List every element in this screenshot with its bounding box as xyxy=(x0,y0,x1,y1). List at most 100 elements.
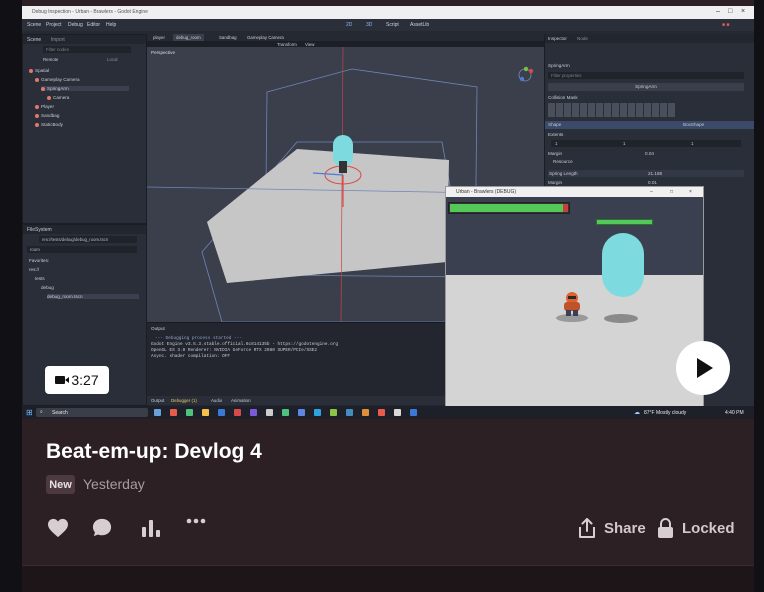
margin2-value: 0.01 xyxy=(648,180,657,185)
video-thumbnail[interactable]: Debug Inspection - Urban - Brawlers - Go… xyxy=(22,6,754,419)
extents-label: Extents xyxy=(548,132,564,137)
tree-item-player: Player xyxy=(35,104,54,109)
run-indicator-icon: ■ ■ xyxy=(722,22,730,28)
shape-label: Shape xyxy=(548,122,562,127)
player-character xyxy=(564,292,580,316)
minimize-icon: – xyxy=(716,8,720,15)
spatial-node-icon xyxy=(29,68,33,73)
weather-label: 87°F Mostly cloudy xyxy=(644,410,687,416)
menu-editor: Editor xyxy=(87,22,101,28)
tree-label: Gameplay Camera xyxy=(41,77,80,82)
fs-debug-room-file: debug_room.tscn xyxy=(47,294,139,299)
app-icon xyxy=(218,409,225,416)
output-title: Output xyxy=(151,326,165,331)
tree-item-camera-rig: Gameplay Camera xyxy=(35,77,80,82)
collision-mask-label: Collision Mask xyxy=(548,95,578,100)
node-icon xyxy=(41,86,45,91)
share-icon xyxy=(579,518,595,538)
app-icon xyxy=(314,409,321,416)
post-title[interactable]: Beat-em-up: Devlog 4 xyxy=(46,440,262,464)
tree-label: Sandbag xyxy=(41,113,60,118)
springarm-class-header: SpringArm xyxy=(548,83,744,91)
app-icon xyxy=(410,409,417,416)
tab-assetlib: AssetLib xyxy=(410,22,430,28)
chrome-icon xyxy=(170,409,177,416)
app-icon xyxy=(330,409,337,416)
video-camera-icon xyxy=(55,376,70,384)
node-icon xyxy=(35,122,39,127)
spring-length-value: 21.188 xyxy=(648,171,663,176)
windows-start-icon: ⊞ xyxy=(26,408,33,417)
game-debug-window: Urban - Brawlers (DEBUG) – □ × xyxy=(445,186,704,407)
fs-path: res://tests/debug/debug_room.tscn xyxy=(39,236,137,243)
bottom-tab-debugger: Debugger (1) xyxy=(171,398,197,403)
tree-item-staticbody: StaticBody xyxy=(35,122,63,127)
app-icon xyxy=(394,409,401,416)
window-title: Debug Inspection - Urban - Brawlers - Go… xyxy=(32,9,148,15)
filter-properties-input: Filter properties xyxy=(548,72,744,79)
resource-label: Resource xyxy=(553,159,573,164)
viewport-perspective-label: Perspective xyxy=(151,50,176,55)
game-close-icon: × xyxy=(689,189,692,195)
tree-item-springarm: SpringArm xyxy=(41,86,129,91)
tree-label: Camera xyxy=(53,95,70,100)
tab-script: Script xyxy=(386,22,399,28)
output-line-2: Godot Engine v3.5.3.stable.official.6c81… xyxy=(151,342,339,347)
player-hp-fill xyxy=(450,204,563,212)
scene-tab-sandbag: Sandbag xyxy=(219,35,237,40)
fs-favorites: Favorites: xyxy=(29,258,50,263)
like-button[interactable] xyxy=(47,518,69,538)
inspector-node-name: SpringArm xyxy=(548,63,570,68)
game-window-titlebar: Urban - Brawlers (DEBUG) – □ × xyxy=(446,187,703,197)
bottom-tab-audio: Audio xyxy=(211,398,223,403)
app-icon xyxy=(234,409,241,416)
import-tab: Import xyxy=(50,37,65,43)
video-duration: 3:27 xyxy=(71,372,99,388)
menu-project: Project xyxy=(46,22,62,28)
bar-chart-icon xyxy=(142,520,160,537)
heart-icon xyxy=(48,518,68,538)
scene-panel-header: Scene Import xyxy=(23,35,146,44)
scene-tab-player: player xyxy=(153,35,165,40)
output-line-3: OpenGL ES 3.0 Renderer: NVIDIA GeForce R… xyxy=(151,348,317,353)
search-icon: ⌕ xyxy=(40,409,43,415)
game-maximize-icon: □ xyxy=(670,189,674,195)
comment-button[interactable] xyxy=(92,518,112,538)
locked-button[interactable]: Locked xyxy=(657,518,735,539)
taskview-icon xyxy=(154,409,161,416)
game-window-title: Urban - Brawlers (DEBUG) xyxy=(456,189,517,195)
tree-label: StaticBody xyxy=(41,122,63,127)
bottom-tab-output: Output xyxy=(151,398,165,403)
app-icon xyxy=(186,409,193,416)
app-icon xyxy=(378,409,385,416)
close-icon: × xyxy=(741,8,746,15)
new-badge: New xyxy=(46,475,75,494)
play-button[interactable] xyxy=(676,341,730,395)
margin-value: 0.04 xyxy=(645,151,654,156)
godot-menubar: Scene Project Debug Editor Help 2D 3D Sc… xyxy=(22,19,754,31)
spring-length-label: Spring Length xyxy=(549,171,578,176)
player-hp-bar xyxy=(448,202,570,214)
spring-length-row: Spring Length 21.188 xyxy=(548,170,744,177)
scene-panel-title: Scene xyxy=(27,37,42,43)
folder-icon xyxy=(202,409,209,416)
card-divider xyxy=(22,565,754,592)
share-button[interactable]: Share xyxy=(578,518,646,539)
more-icon xyxy=(186,518,206,524)
stats-button[interactable] xyxy=(141,518,161,538)
remote-tab: Remote xyxy=(43,57,59,62)
player-hp-lost xyxy=(563,204,568,212)
margin-label: Margin xyxy=(548,151,563,156)
tree-label: Spatial xyxy=(35,68,50,73)
more-options-button[interactable] xyxy=(186,518,206,524)
bottom-tab-animation: Animation xyxy=(231,398,251,403)
tree-item-sandbag: Sandbag xyxy=(35,113,59,118)
fs-search-input: room xyxy=(27,246,137,253)
app-icon xyxy=(266,409,273,416)
play-icon xyxy=(697,358,713,378)
app-icon xyxy=(362,409,369,416)
taskbar-search-box: ⌕ Search xyxy=(36,408,148,417)
menu-scene: Scene xyxy=(27,22,42,28)
node-icon xyxy=(47,95,51,100)
inspector-title: Inspector xyxy=(548,36,567,41)
